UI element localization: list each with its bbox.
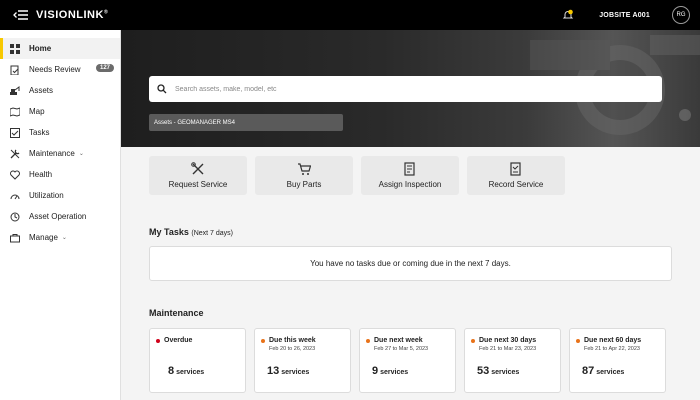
maintenance-card-due-next-30-days[interactable]: Due next 30 days Feb 21 to Mar 23, 2023 … bbox=[464, 328, 561, 393]
notification-bell-icon[interactable] bbox=[559, 6, 577, 24]
sidebar-item-maintenance[interactable]: Maintenance ⌄ bbox=[0, 143, 120, 164]
card-date-range bbox=[164, 346, 245, 353]
sidebar-item-assets[interactable]: Assets bbox=[0, 80, 120, 101]
jobsite-selector[interactable]: JOBSITE A001 bbox=[599, 12, 650, 19]
grid-icon bbox=[10, 43, 20, 54]
action-label: Record Service bbox=[488, 180, 544, 189]
card-date-range: Feb 27 to Mar 5, 2023 bbox=[374, 346, 429, 352]
sidebar-item-label: Asset Operation bbox=[29, 212, 87, 221]
cart-icon bbox=[297, 162, 311, 176]
card-count: 87 services bbox=[582, 365, 625, 377]
card-date-range: Feb 20 to 26, 2023 bbox=[269, 346, 316, 352]
maintenance-card-due-next-week[interactable]: Due next week Feb 27 to Mar 5, 2023 9 ser… bbox=[359, 328, 456, 393]
search-icon bbox=[157, 84, 167, 94]
wrench-icon bbox=[10, 149, 20, 159]
sidebar-item-label: Home bbox=[29, 44, 52, 53]
search-input[interactable] bbox=[175, 85, 645, 93]
heart-pulse-icon bbox=[10, 170, 20, 180]
clipboard-check-icon bbox=[10, 65, 20, 75]
sidebar-item-needs-review[interactable]: Needs Review 127 bbox=[0, 59, 120, 80]
action-label: Assign Inspection bbox=[378, 180, 442, 189]
maintenance-card-due-next-60-days[interactable]: Due next 60 days Feb 21 to Apr 22, 2023 … bbox=[569, 328, 666, 393]
menu-toggle-icon[interactable] bbox=[10, 0, 32, 30]
card-count: 13 services bbox=[267, 365, 310, 377]
my-tasks-heading: My Tasks (Next 7 days) bbox=[149, 227, 233, 237]
status-dot bbox=[156, 338, 160, 343]
assign-inspection-button[interactable]: Assign Inspection bbox=[361, 156, 459, 195]
card-count: 53 services bbox=[477, 365, 520, 377]
card-label: Due next week bbox=[374, 337, 423, 344]
card-date-range: Feb 21 to Mar 23, 2023 bbox=[479, 346, 537, 352]
sidebar-item-label: Assets bbox=[29, 86, 54, 95]
record-service-icon bbox=[509, 162, 523, 176]
sidebar-item-label: Utilization bbox=[29, 191, 64, 200]
sidebar-item-label: Needs Review bbox=[29, 65, 81, 74]
card-label: Due next 60 days bbox=[584, 337, 642, 344]
record-service-button[interactable]: Record Service bbox=[467, 156, 565, 195]
action-label: Buy Parts bbox=[286, 180, 322, 189]
user-avatar[interactable]: RG bbox=[672, 6, 690, 24]
action-label: Request Service bbox=[168, 180, 228, 189]
tools-icon bbox=[191, 162, 205, 176]
status-dot bbox=[471, 338, 475, 343]
tasks-icon bbox=[10, 127, 20, 138]
chevron-down-icon: ⌄ bbox=[78, 151, 84, 157]
tasks-empty-state: You have no tasks due or coming due in t… bbox=[149, 246, 672, 281]
sidebar-item-label: Tasks bbox=[29, 128, 50, 137]
card-count: 8 services bbox=[168, 365, 205, 377]
needs-review-count-badge: 127 bbox=[95, 64, 114, 72]
sidebar-item-health[interactable]: Health bbox=[0, 164, 120, 185]
status-dot bbox=[366, 338, 370, 343]
quick-actions: Request Service Buy Parts Assign Inspect… bbox=[149, 156, 573, 195]
request-service-button[interactable]: Request Service bbox=[149, 156, 247, 195]
maintenance-cards: Overdue 8 services Due this week Feb 20 t… bbox=[149, 328, 674, 393]
map-icon bbox=[10, 106, 20, 117]
excavator-icon bbox=[10, 85, 20, 96]
chevron-down-icon: ⌄ bbox=[61, 235, 67, 241]
visionlink-logo[interactable]: VISIONLINK® bbox=[36, 9, 108, 21]
sidebar-item-label: Maintenance bbox=[29, 149, 75, 158]
card-label: Overdue bbox=[164, 337, 193, 344]
sidebar: Home Needs Review 127 Assets Map Tasks M… bbox=[0, 30, 121, 400]
maintenance-card-overdue[interactable]: Overdue 8 services bbox=[149, 328, 246, 393]
sidebar-item-tasks[interactable]: Tasks bbox=[0, 122, 120, 143]
asset-search-bar[interactable] bbox=[149, 76, 662, 102]
my-tasks-subtitle: (Next 7 days) bbox=[191, 230, 233, 237]
gauge-icon bbox=[10, 191, 20, 201]
asset-filter-chip[interactable]: Assets - GEOMANAGER MS4 bbox=[149, 114, 343, 131]
briefcase-icon bbox=[10, 233, 20, 243]
card-count: 9 services bbox=[372, 365, 409, 377]
buy-parts-button[interactable]: Buy Parts bbox=[255, 156, 353, 195]
maintenance-card-due-this-week[interactable]: Due this week Feb 20 to 26, 2023 13 servi… bbox=[254, 328, 351, 393]
card-label: Due next 30 days bbox=[479, 337, 537, 344]
maintenance-heading: Maintenance bbox=[149, 308, 204, 318]
sidebar-item-label: Manage bbox=[29, 233, 58, 242]
card-label: Due this week bbox=[269, 337, 316, 344]
sidebar-item-label: Health bbox=[29, 170, 53, 179]
card-date-range: Feb 21 to Apr 22, 2023 bbox=[584, 346, 640, 352]
status-dot bbox=[576, 338, 580, 343]
sidebar-item-asset-operation[interactable]: Asset Operation bbox=[0, 206, 120, 227]
tasks-empty-message: You have no tasks due or coming due in t… bbox=[310, 259, 511, 268]
asset-operation-icon bbox=[10, 212, 20, 222]
sidebar-item-utilization[interactable]: Utilization bbox=[0, 185, 120, 206]
hero-banner: Assets - GEOMANAGER MS4 bbox=[121, 30, 700, 147]
sidebar-item-home[interactable]: Home bbox=[0, 38, 120, 59]
sidebar-item-label: Map bbox=[29, 107, 45, 116]
sidebar-item-manage[interactable]: Manage ⌄ bbox=[0, 227, 120, 248]
assign-inspection-icon bbox=[403, 162, 417, 176]
sidebar-item-map[interactable]: Map bbox=[0, 101, 120, 122]
top-bar: VISIONLINK® JOBSITE A001 RG bbox=[0, 0, 700, 30]
status-dot bbox=[261, 338, 265, 343]
